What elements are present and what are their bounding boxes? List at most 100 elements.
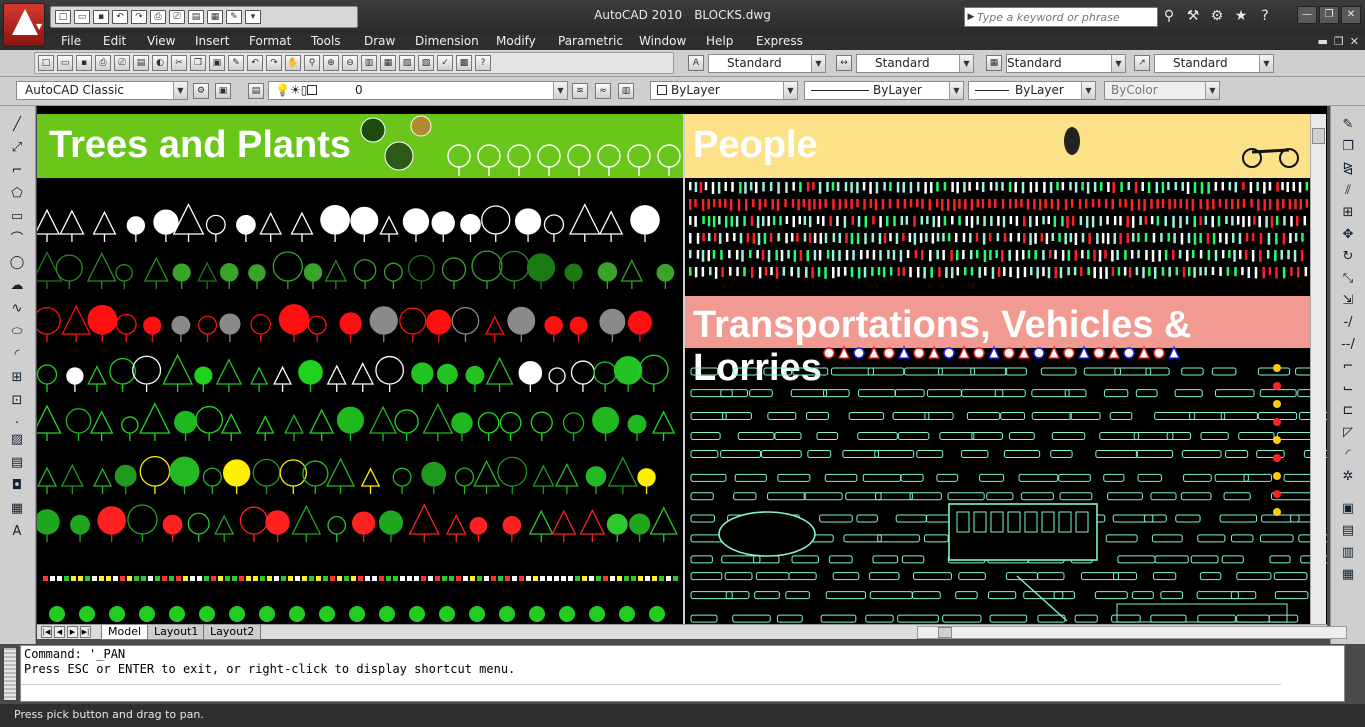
revision-cloud-icon[interactable]: ☁ xyxy=(8,277,26,295)
zoom-realtime-icon[interactable]: ⚲ xyxy=(304,55,320,71)
print-preview-icon[interactable]: ⎚ xyxy=(169,10,185,24)
menu-file[interactable]: File xyxy=(61,34,81,48)
favorites-icon[interactable]: ★ xyxy=(1232,7,1250,25)
close-icon[interactable]: ✕ xyxy=(1341,6,1361,24)
redo-tool-icon[interactable]: ↷ xyxy=(266,55,282,71)
extend-icon[interactable]: --/ xyxy=(1339,336,1357,354)
open-file-icon[interactable]: ▭ xyxy=(57,55,73,71)
ellipse-arc-icon[interactable]: ◜ xyxy=(8,346,26,364)
table-icon[interactable]: ▦ xyxy=(8,500,26,518)
make-block-icon[interactable]: ⊡ xyxy=(8,392,26,410)
chevron-down-icon[interactable]: ▼ xyxy=(1259,55,1273,72)
tab-layout2[interactable]: Layout2 xyxy=(203,625,262,640)
vertical-scrollbar[interactable] xyxy=(1310,114,1326,624)
text-style-select[interactable]: Standard ▼ xyxy=(708,54,826,73)
zoom-window-icon[interactable]: ⊕ xyxy=(323,55,339,71)
group-icon[interactable]: ▦ xyxy=(1339,566,1357,584)
mleader-style-select[interactable]: Standard ▼ xyxy=(1154,54,1274,73)
quick-select-icon[interactable]: ▤ xyxy=(1339,522,1357,540)
multiline-text-icon[interactable]: A xyxy=(8,523,26,541)
doc-minimize-icon[interactable]: ▬ xyxy=(1318,35,1328,48)
workspace-settings-icon[interactable]: ⚙ xyxy=(193,83,209,99)
menu-window[interactable]: Window xyxy=(639,34,686,48)
match-properties-icon[interactable]: ✎ xyxy=(226,10,242,24)
spline-icon[interactable]: ∿ xyxy=(8,300,26,318)
circle-icon[interactable]: ◯ xyxy=(8,254,26,272)
table-style-icon[interactable]: ▦ xyxy=(986,55,1002,71)
draw-order-icon[interactable]: ▥ xyxy=(1339,544,1357,562)
customize-icon[interactable]: ▾ xyxy=(245,10,261,24)
print-icon[interactable]: ⎙ xyxy=(95,55,111,71)
command-window[interactable]: Command: '_PAN Press ESC or ENTER to exi… xyxy=(20,645,1345,702)
chevron-down-icon[interactable]: ▼ xyxy=(959,55,973,72)
sheet-set-icon[interactable]: ▨ xyxy=(418,55,434,71)
menu-tools[interactable]: Tools xyxy=(311,34,341,48)
undo-tool-icon[interactable]: ↶ xyxy=(247,55,263,71)
menu-help[interactable]: Help xyxy=(706,34,733,48)
save-file-icon[interactable]: ▪ xyxy=(76,55,92,71)
join-icon[interactable]: ⊏ xyxy=(1339,402,1357,420)
search-box[interactable]: ▶ xyxy=(964,7,1158,27)
plot-icon[interactable]: ⎙ xyxy=(150,10,166,24)
table-style-select[interactable]: Standard ▼ xyxy=(1006,54,1126,73)
lineweight-select[interactable]: ByLayer ▼ xyxy=(968,81,1096,100)
arc-icon[interactable]: ⌒ xyxy=(8,231,26,249)
cut-icon[interactable]: ✂ xyxy=(171,55,187,71)
tab-model[interactable]: Model xyxy=(101,625,149,640)
polygon-icon[interactable]: ⬠ xyxy=(8,185,26,203)
prev-tab-icon[interactable]: ◀ xyxy=(54,626,65,638)
search-input[interactable] xyxy=(977,10,1147,24)
color-select[interactable]: ByLayer ▼ xyxy=(650,81,798,100)
menu-parametric[interactable]: Parametric xyxy=(558,34,623,48)
region-icon[interactable]: ◘ xyxy=(8,477,26,495)
erase-icon[interactable]: ✎ xyxy=(1339,116,1357,134)
command-window-grip[interactable] xyxy=(4,648,16,700)
command-input[interactable] xyxy=(21,684,1281,701)
matchprop-icon[interactable]: ✎ xyxy=(228,55,244,71)
layer-select[interactable]: 💡☀▯ 0 ▼ xyxy=(268,81,568,100)
chevron-down-icon[interactable]: ▼ xyxy=(783,82,797,99)
chevron-down-icon[interactable]: ▼ xyxy=(553,82,567,99)
dim-style-icon[interactable]: ↔ xyxy=(836,55,852,71)
break-at-point-icon[interactable]: ⌐ xyxy=(1339,358,1357,376)
calculator-icon[interactable]: ▩ xyxy=(456,55,472,71)
break-icon[interactable]: ⌙ xyxy=(1339,380,1357,398)
construction-line-icon[interactable]: ⤢ xyxy=(8,139,26,157)
gradient-icon[interactable]: ▤ xyxy=(8,454,26,472)
redo-icon[interactable]: ↷ xyxy=(131,10,147,24)
rotate-icon[interactable]: ↻ xyxy=(1339,248,1357,266)
trim-icon[interactable]: -/ xyxy=(1339,314,1357,332)
polyline-icon[interactable]: ⌐ xyxy=(8,162,26,180)
menu-modify[interactable]: Modify xyxy=(496,34,536,48)
array-icon[interactable]: ⊞ xyxy=(1339,204,1357,222)
paste-icon[interactable]: ▣ xyxy=(209,55,225,71)
explode-icon[interactable]: ✲ xyxy=(1339,468,1357,486)
plot-style-select[interactable]: ByColor ▼ xyxy=(1104,81,1220,100)
chevron-down-icon[interactable]: ▼ xyxy=(1111,55,1125,72)
qnew-icon[interactable]: □ xyxy=(38,55,54,71)
expand-icon[interactable]: ▶ xyxy=(965,12,977,22)
binoculars-icon[interactable]: ⚲ xyxy=(1160,7,1178,25)
move-icon[interactable]: ✥ xyxy=(1339,226,1357,244)
menu-insert[interactable]: Insert xyxy=(195,34,229,48)
menu-dimension[interactable]: Dimension xyxy=(415,34,479,48)
zoom-previous-icon[interactable]: ⊖ xyxy=(342,55,358,71)
last-tab-icon[interactable]: ▶| xyxy=(80,626,91,638)
rectangle-icon[interactable]: ▭ xyxy=(8,208,26,226)
fillet-icon[interactable]: ◜ xyxy=(1339,446,1357,464)
next-tab-icon[interactable]: ▶ xyxy=(67,626,78,638)
publish-file-icon[interactable]: ▤ xyxy=(133,55,149,71)
preview-icon[interactable]: ⎚ xyxy=(114,55,130,71)
horizontal-scrollbar[interactable] xyxy=(917,626,1347,639)
chevron-down-icon[interactable]: ▼ xyxy=(811,55,825,72)
help-icon[interactable]: ? xyxy=(1256,7,1274,25)
menu-express[interactable]: Express xyxy=(756,34,803,48)
workspace-select[interactable]: AutoCAD Classic ▼ xyxy=(16,81,188,100)
menu-draw[interactable]: Draw xyxy=(364,34,395,48)
layer-state-manager-icon[interactable]: ▥ xyxy=(618,83,634,99)
chevron-down-icon[interactable]: ▼ xyxy=(173,82,187,99)
publish-icon[interactable]: ▤ xyxy=(188,10,204,24)
chevron-down-icon[interactable]: ▼ xyxy=(949,82,963,99)
hatch-icon[interactable]: ▨ xyxy=(8,431,26,449)
text-style-icon[interactable]: A xyxy=(688,55,704,71)
